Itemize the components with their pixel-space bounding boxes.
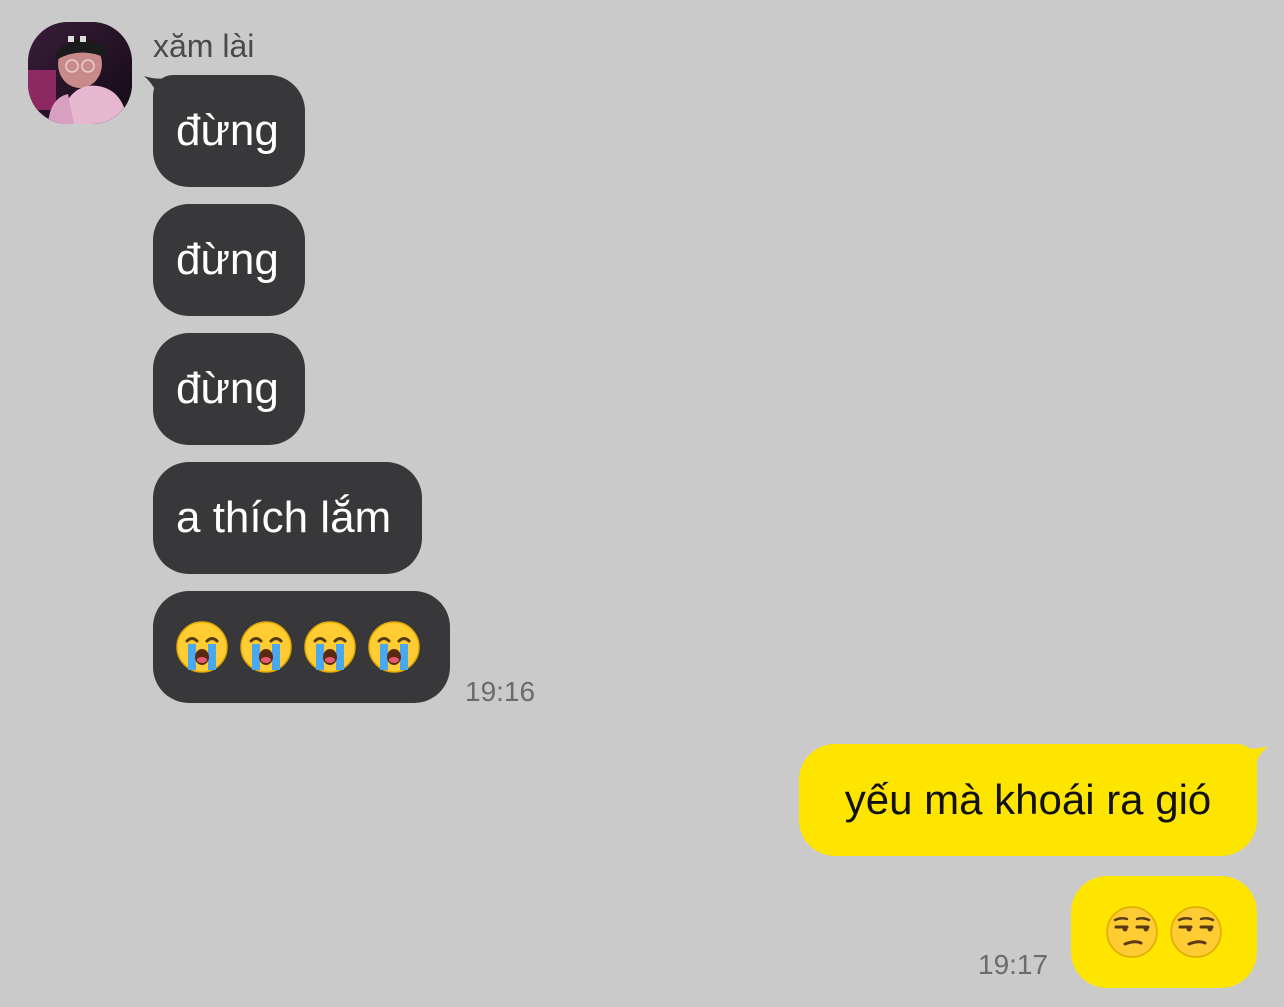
avatar[interactable] bbox=[28, 22, 132, 124]
outgoing-timestamp: 19:17 bbox=[978, 949, 1049, 980]
message-text: đừng bbox=[176, 364, 279, 413]
profile-avatar-image bbox=[28, 22, 132, 124]
loudly-crying-face-icon bbox=[368, 621, 420, 673]
message-text: yếu mà khoái ra gió bbox=[844, 776, 1212, 823]
loudly-crying-face-icon bbox=[240, 621, 292, 673]
emoji-row bbox=[1093, 876, 1235, 988]
incoming-timestamp: 19:16 bbox=[465, 676, 536, 707]
incoming-emoji-bubble[interactable] bbox=[153, 591, 450, 703]
loudly-crying-face-icon bbox=[304, 621, 356, 673]
message-text: đừng bbox=[176, 106, 279, 155]
unamused-face-icon bbox=[1106, 906, 1158, 958]
incoming-message-bubble[interactable]: đừng bbox=[153, 204, 305, 316]
incoming-message-bubble[interactable]: đừng bbox=[153, 333, 305, 445]
emoji-row bbox=[175, 591, 428, 703]
loudly-crying-face-icon bbox=[176, 621, 228, 673]
sender-name: xăm lài bbox=[153, 28, 255, 64]
incoming-message-bubble[interactable]: đừng bbox=[153, 75, 305, 187]
message-text: đừng bbox=[176, 235, 279, 284]
outgoing-message-bubble[interactable]: yếu mà khoái ra gió bbox=[799, 744, 1257, 856]
unamused-face-icon bbox=[1170, 906, 1222, 958]
outgoing-emoji-bubble[interactable] bbox=[1071, 876, 1257, 988]
incoming-message-bubble[interactable]: a thích lắm bbox=[153, 462, 422, 574]
message-text: a thích lắm bbox=[176, 493, 392, 542]
